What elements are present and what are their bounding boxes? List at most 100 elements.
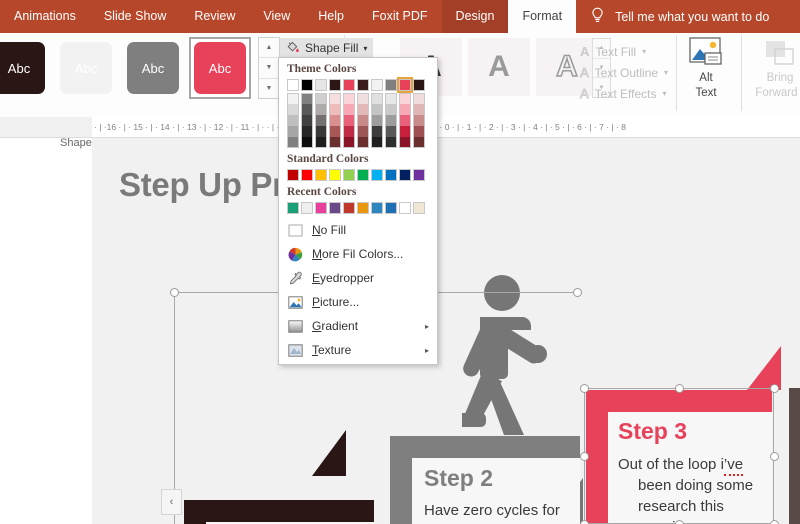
shape-style-item[interactable]: Abc [122, 37, 184, 99]
tab-animations[interactable]: Animations [0, 0, 90, 33]
theme-color-column[interactable] [343, 93, 355, 148]
color-swatch[interactable] [301, 93, 313, 104]
theme-color-column[interactable] [315, 93, 327, 148]
color-swatch[interactable] [301, 137, 313, 148]
color-swatch[interactable] [343, 137, 355, 148]
color-swatch[interactable] [371, 79, 383, 91]
shape-fill-button[interactable]: Shape Fill ▾ [280, 38, 374, 58]
color-swatch[interactable] [357, 202, 369, 214]
tell-me-box[interactable]: Tell me what you want to do [576, 0, 769, 33]
color-swatch[interactable] [329, 202, 341, 214]
color-swatch[interactable] [301, 79, 313, 91]
shape-fill-dropdown[interactable]: Theme Colors Standard Colors Recent Colo… [278, 57, 438, 365]
menu-item-texture[interactable]: Texture ▸ [279, 338, 437, 362]
color-swatch[interactable] [399, 126, 411, 137]
collapse-panel-button[interactable]: ‹ [161, 489, 182, 515]
color-swatch[interactable] [343, 169, 355, 181]
tab-foxit-pdf[interactable]: Foxit PDF [358, 0, 442, 33]
shape-style-item[interactable]: Abc [0, 37, 50, 99]
color-swatch[interactable] [413, 202, 425, 214]
color-swatch[interactable] [315, 104, 327, 115]
color-swatch[interactable] [385, 169, 397, 181]
selection-handle-ml[interactable] [580, 452, 589, 461]
color-swatch[interactable] [357, 104, 369, 115]
theme-color-column[interactable] [287, 93, 299, 148]
color-swatch[interactable] [385, 126, 397, 137]
color-swatch[interactable] [329, 126, 341, 137]
tab-format[interactable]: Format [508, 0, 577, 33]
recent-colors-row[interactable] [279, 202, 437, 214]
text-effects-button[interactable]: A Text Effects ▾ [580, 83, 668, 104]
selection-handle-top-right[interactable] [573, 288, 582, 297]
color-swatch[interactable] [329, 93, 341, 104]
color-swatch[interactable] [315, 137, 327, 148]
color-swatch[interactable] [287, 169, 299, 181]
color-swatch[interactable] [385, 115, 397, 126]
standard-colors-row[interactable] [279, 169, 437, 181]
color-swatch[interactable] [301, 126, 313, 137]
color-swatch[interactable] [397, 77, 413, 93]
color-swatch[interactable] [301, 115, 313, 126]
menu-item-eyedropper[interactable]: Eyedropper [279, 266, 437, 290]
color-swatch[interactable] [287, 104, 299, 115]
selection-handle-tl[interactable] [580, 384, 589, 393]
color-swatch[interactable] [301, 104, 313, 115]
color-swatch[interactable] [315, 169, 327, 181]
color-swatch[interactable] [399, 93, 411, 104]
color-swatch[interactable] [287, 79, 299, 91]
color-swatch[interactable] [385, 137, 397, 148]
tab-view[interactable]: View [249, 0, 304, 33]
color-swatch[interactable] [315, 93, 327, 104]
theme-color-column[interactable] [357, 93, 369, 148]
menu-item-more-fill-colors[interactable]: More Fil Colors... [279, 242, 437, 266]
color-swatch[interactable] [371, 169, 383, 181]
color-swatch[interactable] [357, 126, 369, 137]
wordart-item[interactable]: A [468, 38, 530, 96]
color-swatch[interactable] [315, 202, 327, 214]
color-swatch[interactable] [371, 126, 383, 137]
color-swatch[interactable] [343, 79, 355, 91]
menu-item-no-fill[interactable]: No Fill [279, 218, 437, 242]
theme-colors-grid[interactable] [279, 93, 437, 148]
scroll-more-icon[interactable]: ▼ [259, 79, 279, 98]
color-swatch[interactable] [301, 202, 313, 214]
selection-handle-top-left[interactable] [170, 288, 179, 297]
selection-handle-br[interactable] [770, 520, 779, 524]
color-swatch[interactable] [343, 93, 355, 104]
shape-style-item-selected[interactable]: Abc [189, 37, 251, 99]
color-swatch[interactable] [371, 104, 383, 115]
color-swatch[interactable] [329, 169, 341, 181]
color-swatch[interactable] [287, 202, 299, 214]
selection-handle-tc[interactable] [675, 384, 684, 393]
color-swatch[interactable] [287, 126, 299, 137]
selection-handle-tr[interactable] [770, 384, 779, 393]
theme-color-column[interactable] [329, 93, 341, 148]
slide-canvas[interactable]: Step Up Prort Art Step 2 Have zero cycle… [92, 138, 800, 524]
color-swatch[interactable] [343, 115, 355, 126]
theme-color-column[interactable] [413, 93, 425, 148]
theme-color-column[interactable] [385, 93, 397, 148]
tab-design[interactable]: Design [441, 0, 509, 33]
step-card-2[interactable]: Step 2 Have zero cycles for [390, 436, 580, 524]
color-swatch[interactable] [329, 79, 341, 91]
color-swatch[interactable] [413, 126, 425, 137]
color-swatch[interactable] [413, 79, 425, 91]
color-swatch[interactable] [399, 137, 411, 148]
tab-slide-show[interactable]: Slide Show [90, 0, 181, 33]
color-swatch[interactable] [371, 115, 383, 126]
color-swatch[interactable] [357, 137, 369, 148]
color-swatch[interactable] [413, 93, 425, 104]
color-swatch[interactable] [343, 104, 355, 115]
shape-styles-scroll[interactable]: ▲ ▼ ▼ [258, 37, 280, 99]
color-swatch[interactable] [357, 79, 369, 91]
theme-color-column[interactable] [371, 93, 383, 148]
color-swatch[interactable] [357, 169, 369, 181]
color-swatch[interactable] [287, 115, 299, 126]
color-swatch[interactable] [413, 104, 425, 115]
color-swatch[interactable] [343, 202, 355, 214]
menu-item-gradient[interactable]: Gradient ▸ [279, 314, 437, 338]
color-swatch[interactable] [399, 104, 411, 115]
selection-handle-bl[interactable] [580, 520, 589, 524]
shape-style-item[interactable]: Abc [55, 37, 117, 99]
color-swatch[interactable] [399, 169, 411, 181]
